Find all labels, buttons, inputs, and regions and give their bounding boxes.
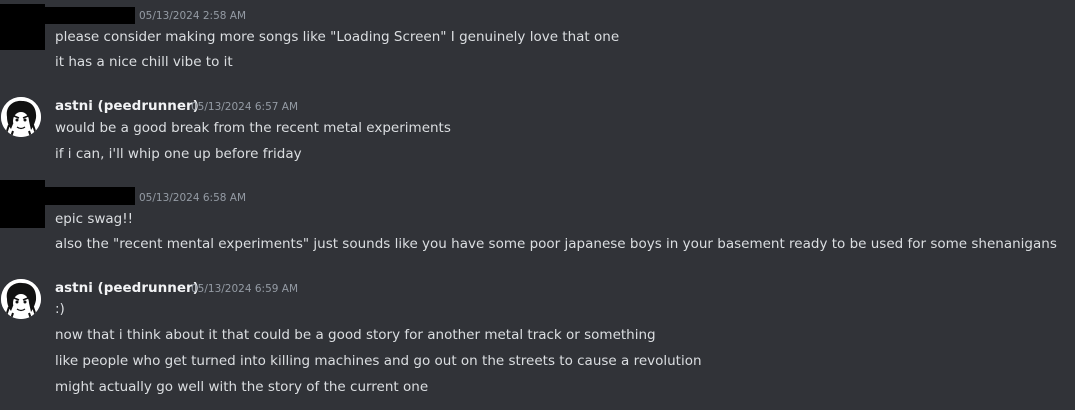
redacted-username	[45, 7, 135, 24]
message-text: now that i think about it that could be …	[55, 327, 656, 343]
user-avatar[interactable]	[1, 97, 41, 137]
message-timestamp: 05/13/2024 6:58 AM	[139, 192, 247, 204]
message-timestamp: 05/13/2024 2:58 AM	[139, 10, 247, 22]
user-avatar[interactable]	[1, 279, 41, 319]
redacted-username	[45, 187, 135, 205]
chat-messages: 05/13/2024 2:58 AM please consider makin…	[0, 0, 1075, 410]
message-text: might actually go well with the story of…	[55, 379, 429, 395]
message-text: would be a good break from the recent me…	[55, 120, 451, 136]
message-text: like people who get turned into killing …	[55, 353, 702, 369]
redacted-avatar	[0, 4, 45, 50]
avatar-drawing-icon	[1, 97, 41, 137]
redacted-avatar	[0, 180, 45, 228]
message-text: please consider making more songs like "…	[55, 29, 620, 45]
message-text: :)	[55, 301, 65, 317]
message-text: it has a nice chill vibe to it	[55, 54, 233, 70]
message-timestamp: 05/13/2024 6:57 AM	[191, 101, 299, 113]
message-text: if i can, i'll whip one up before friday	[55, 146, 302, 162]
message-text: also the "recent mental experiments" jus…	[55, 236, 1057, 252]
message-username[interactable]: astni (peedrunner)	[55, 280, 199, 296]
message-text: epic swag!!	[55, 211, 134, 227]
message-timestamp: 05/13/2024 6:59 AM	[191, 283, 299, 295]
message-username[interactable]: astni (peedrunner)	[55, 98, 199, 114]
avatar-drawing-icon	[1, 279, 41, 319]
